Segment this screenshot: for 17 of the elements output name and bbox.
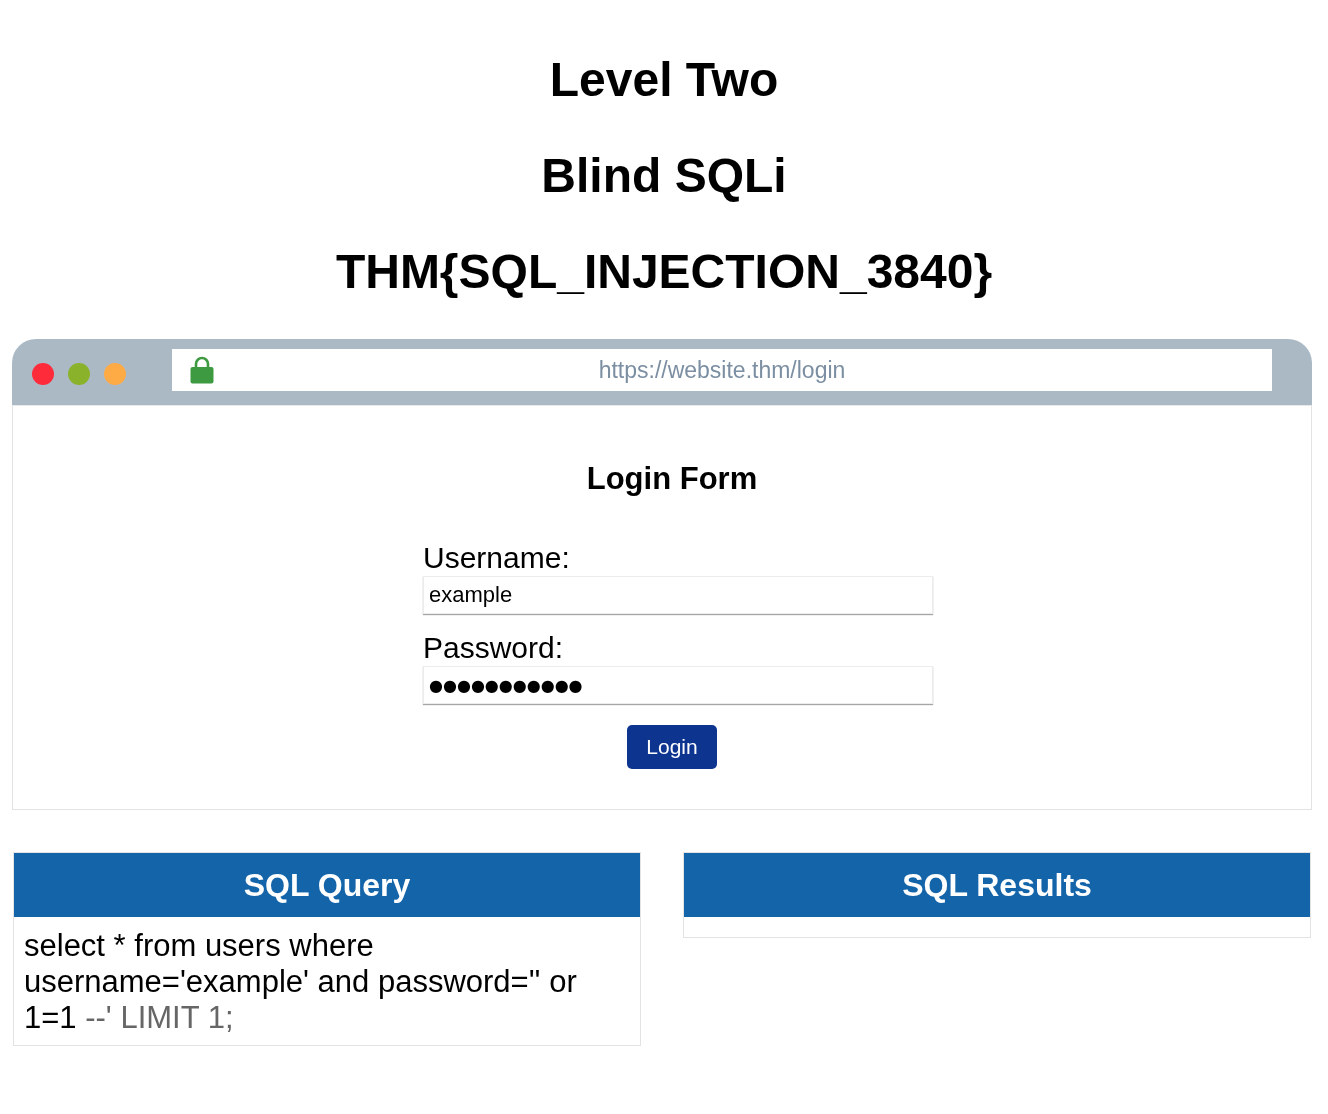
page-heading: Level Two xyxy=(549,52,779,108)
password-field[interactable]: ●●●●●●●●●●● xyxy=(423,666,933,704)
panel-header: SQL Results xyxy=(684,853,1310,917)
window-control-dot-icon[interactable] xyxy=(104,363,126,385)
page-heading: Blind SQLi xyxy=(541,148,787,204)
field-label: Username: xyxy=(423,541,570,575)
sql-query-text: select * from users where username='example' and password='' or 1=1 --' LIMIT 1; xyxy=(24,928,578,1036)
window-control-dot-icon[interactable] xyxy=(68,363,90,385)
login-button[interactable]: Login xyxy=(627,725,717,769)
field-label: Password: xyxy=(423,631,564,665)
panel-header: SQL Query xyxy=(14,853,640,917)
window-control-dot-icon[interactable] xyxy=(32,363,54,385)
form-title: Login Form xyxy=(586,461,758,497)
lock-icon xyxy=(190,356,214,384)
username-field[interactable]: example xyxy=(423,576,933,614)
url-text: https://website.thm/login xyxy=(598,355,846,385)
page-heading: THM{SQL_INJECTION_3840} xyxy=(335,244,993,300)
